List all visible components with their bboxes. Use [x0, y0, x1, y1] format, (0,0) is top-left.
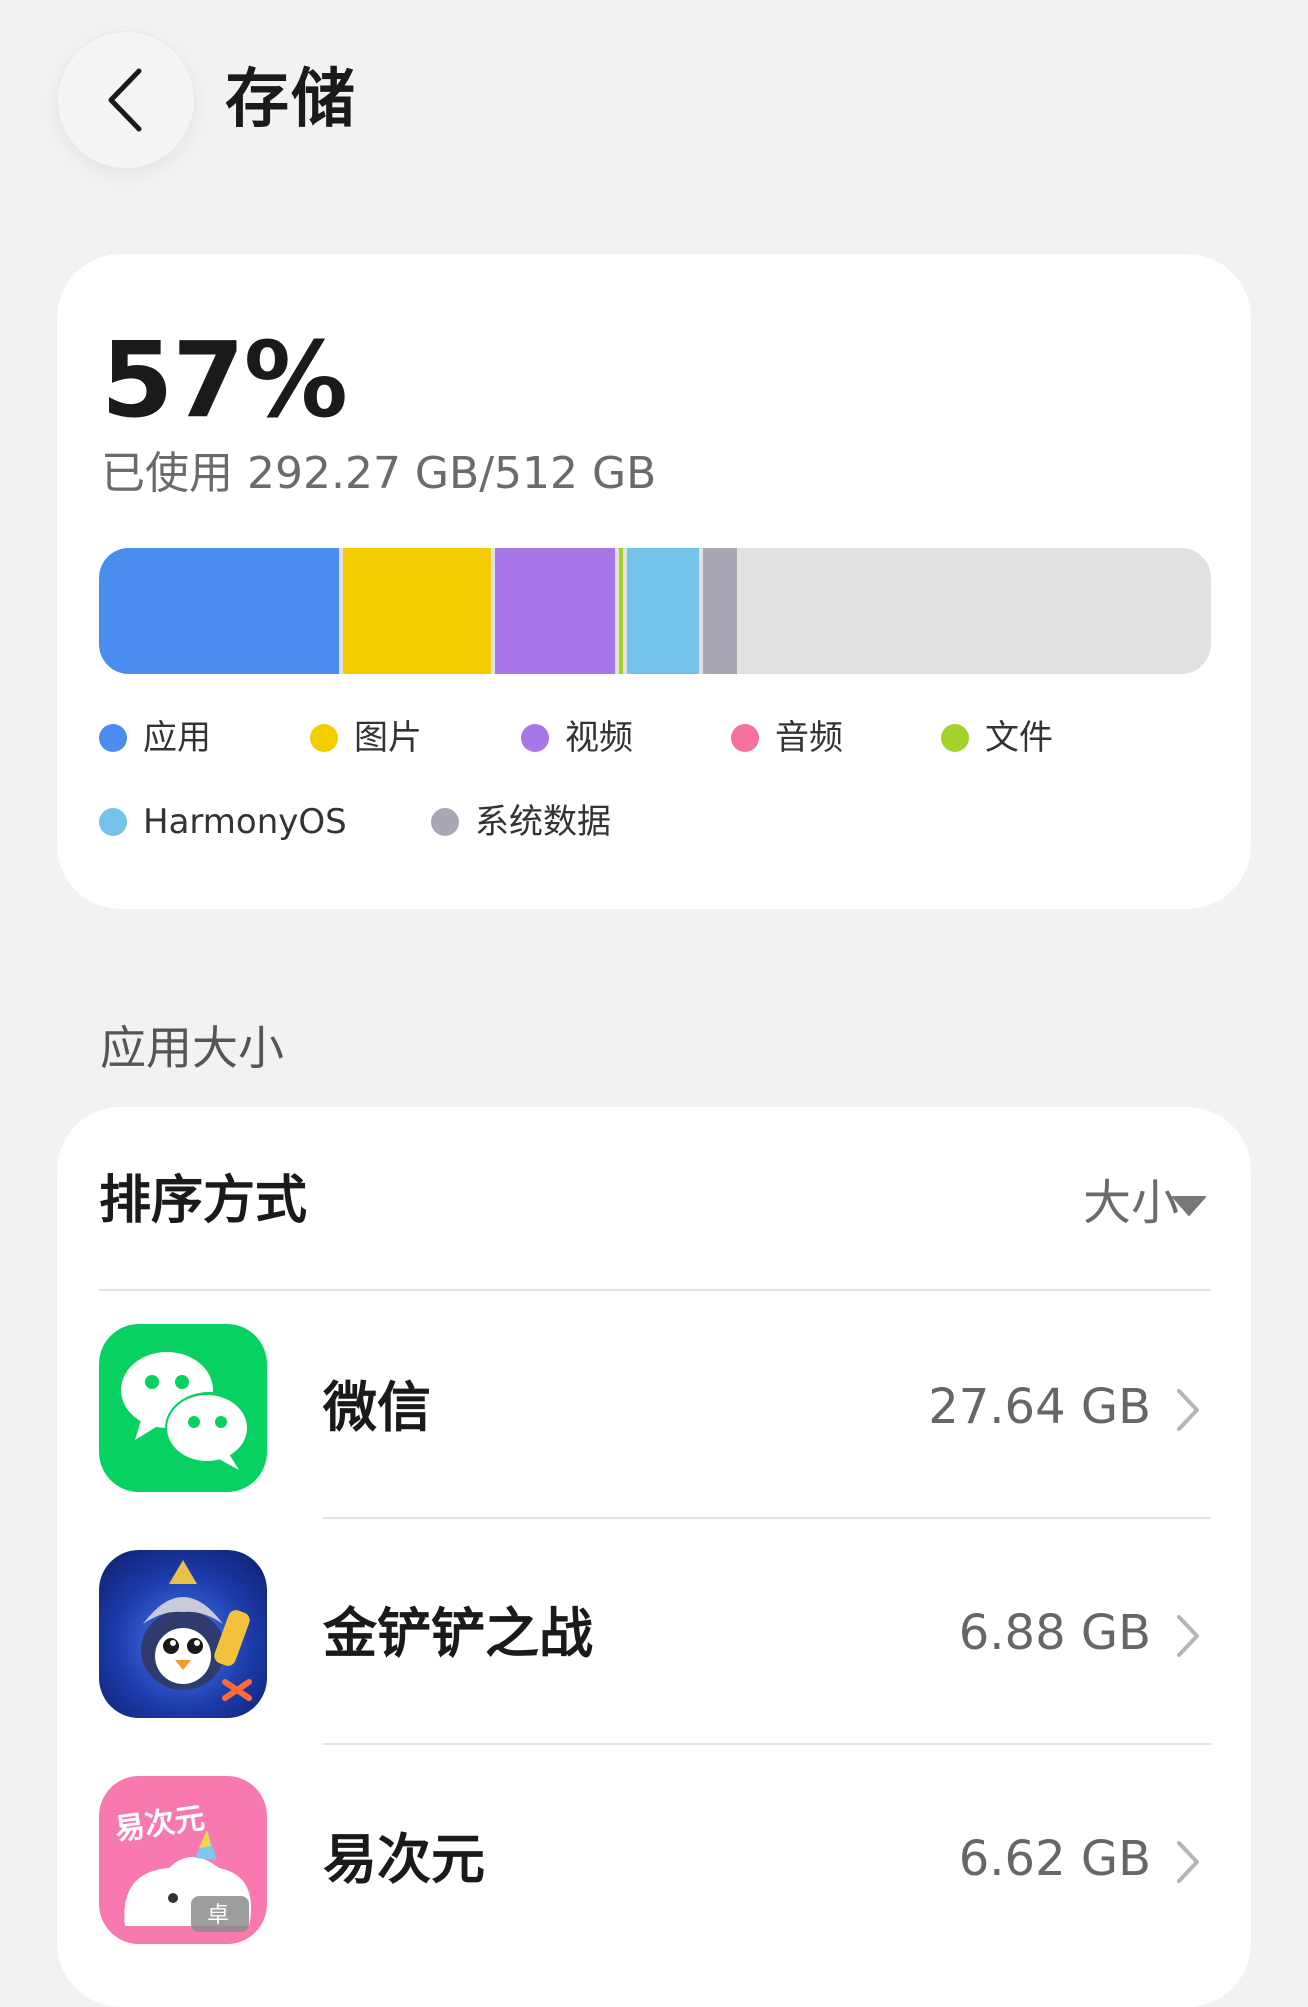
header: 存储 — [0, 0, 1308, 200]
legend-item-apps: 应用 — [99, 716, 211, 760]
page-title: 存储 — [225, 63, 357, 137]
bar-segment-files — [619, 548, 623, 674]
legend-item-system-data: 系统数据 — [431, 800, 611, 844]
legend-dot — [521, 724, 549, 752]
app-size: 6.88 GB — [958, 1605, 1151, 1661]
app-name: 易次元 — [323, 1828, 485, 1891]
section-label-app-size: 应用大小 — [100, 1021, 284, 1075]
legend-label: 系统数据 — [475, 802, 611, 842]
bar-segment-apps — [99, 548, 339, 674]
legend-label: 视频 — [565, 718, 633, 758]
legend-label: 图片 — [354, 718, 422, 758]
legend-item-harmonyos: HarmonyOS — [99, 800, 347, 844]
legend-dot — [310, 724, 338, 752]
svg-text:卓: 卓 — [207, 1903, 229, 1928]
app-name: 金铲铲之战 — [323, 1602, 593, 1665]
legend-dot — [941, 724, 969, 752]
legend-label: 应用 — [143, 718, 211, 758]
legend-item-audio: 音频 — [731, 716, 843, 760]
legend-dot — [431, 808, 459, 836]
bar-segment-videos — [495, 548, 615, 674]
legend-item-videos: 视频 — [521, 716, 633, 760]
storage-usage-card: 57% 已使用 292.27 GB/512 GB 应用 图片 视频 音频 文件 … — [57, 254, 1251, 909]
legend-dot — [731, 724, 759, 752]
legend-label: HarmonyOS — [143, 802, 347, 842]
usage-detail: 已使用 292.27 GB/512 GB — [101, 448, 657, 499]
svg-text:易次元: 易次元 — [113, 1801, 207, 1848]
sort-row[interactable]: 排序方式 大小 — [57, 1107, 1251, 1289]
wechat-icon — [99, 1324, 267, 1492]
legend-dot — [99, 724, 127, 752]
dropdown-triangle-icon[interactable] — [1171, 1195, 1207, 1217]
legend-item-files: 文件 — [941, 716, 1053, 760]
chevron-left-icon — [108, 68, 142, 132]
chevron-right-icon — [1177, 1389, 1199, 1431]
app-name: 微信 — [323, 1376, 431, 1439]
golden-spatula-game-icon — [99, 1550, 267, 1718]
app-row-golden-spatula[interactable]: 金铲铲之战 6.88 GB — [57, 1517, 1251, 1743]
storage-bar — [99, 548, 1211, 674]
chevron-right-icon — [1177, 1615, 1199, 1657]
bar-segment-images — [343, 548, 491, 674]
app-size-card: 排序方式 大小 微信 27.64 GB 金铲铲之战 6.88 GB 易次元 卓 … — [57, 1107, 1251, 2007]
bar-segment-system-data — [703, 548, 737, 674]
legend-label: 音频 — [775, 718, 843, 758]
app-row-yiciyuan[interactable]: 易次元 卓 易次元 6.62 GB — [57, 1743, 1251, 1969]
sort-value-dropdown[interactable]: 大小 — [1083, 1173, 1179, 1233]
usage-percent: 57% — [101, 319, 348, 441]
app-size: 6.62 GB — [958, 1831, 1151, 1887]
legend-dot — [99, 808, 127, 836]
back-button[interactable] — [57, 31, 195, 169]
yiciyuan-icon: 易次元 卓 — [99, 1776, 267, 1944]
app-row-wechat[interactable]: 微信 27.64 GB — [57, 1291, 1251, 1517]
app-size: 27.64 GB — [928, 1379, 1151, 1435]
legend-label: 文件 — [985, 718, 1053, 758]
legend-item-images: 图片 — [310, 716, 422, 760]
bar-segment-harmonyos — [627, 548, 699, 674]
chevron-right-icon — [1177, 1841, 1199, 1883]
sort-label: 排序方式 — [99, 1171, 308, 1231]
